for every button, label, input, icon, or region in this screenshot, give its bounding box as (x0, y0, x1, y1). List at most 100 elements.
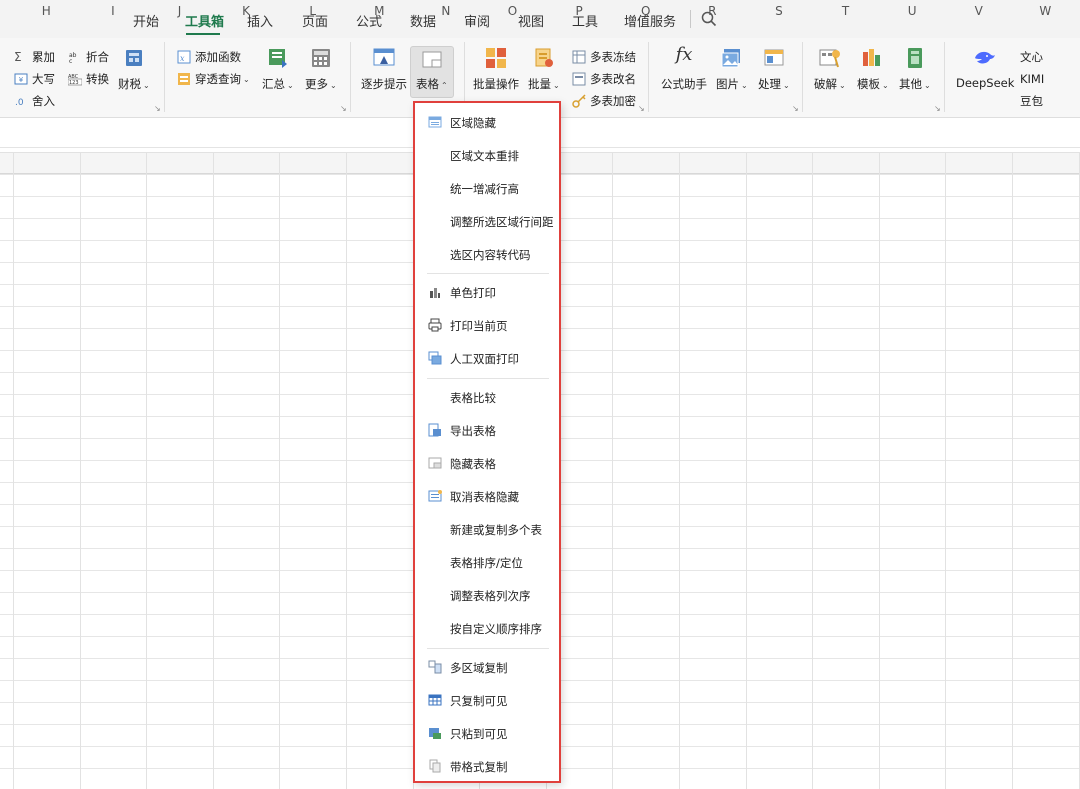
column-header-i[interactable]: I (80, 4, 147, 18)
group-divider (944, 42, 945, 112)
table-button[interactable]: 表格 ⌃ (416, 76, 448, 92)
column-gridline (146, 152, 147, 789)
menu-item-copy-with-format[interactable]: 带格式复制 (415, 753, 559, 779)
chevron-down-icon: ⌄ (924, 81, 931, 90)
menu-item-selection-to-code[interactable]: 选区内容转代码 (415, 241, 559, 267)
menu-item-uniform-row-height[interactable]: 统一增减行高 (415, 175, 559, 201)
picture-button[interactable]: 图片 ⌄ (716, 76, 748, 92)
crack-icon (819, 49, 840, 68)
column-header-t[interactable]: T (812, 4, 879, 18)
multi-region-copy-icon (428, 660, 442, 674)
other-button[interactable]: 其他 ⌄ (899, 76, 931, 92)
menu-item-paste-visible-only[interactable]: 只粘到可见 (415, 720, 559, 746)
column-header-k[interactable]: K (213, 4, 280, 18)
menu-item-copy-visible-only[interactable]: 只复制可见 (415, 687, 559, 713)
column-header-m[interactable]: M (346, 4, 413, 18)
wenxin-button[interactable]: 文心 (1020, 48, 1043, 66)
column-header-q[interactable]: Q (612, 4, 679, 18)
add-function-button[interactable]: x 添加函数 (177, 48, 241, 66)
column-gridline (213, 152, 214, 789)
hide-table-icon (428, 457, 442, 469)
group-launcher-icon[interactable]: ↘ (340, 104, 347, 113)
group-divider (802, 42, 803, 112)
multi-encrypt-button[interactable]: 多表加密 (572, 92, 636, 110)
menu-item-table-sort-locate[interactable]: 表格排序/定位 (415, 549, 559, 575)
deepseek-whale-icon (975, 51, 995, 64)
column-header-l[interactable]: L (279, 4, 346, 18)
menu-item-print-current-page[interactable]: 打印当前页 (415, 312, 559, 338)
svg-text:123: 123 (69, 80, 79, 86)
chevron-down-icon: ⌄ (741, 81, 748, 90)
menu-item-adjust-column-order[interactable]: 调整表格列次序 (415, 582, 559, 608)
group-launcher-icon[interactable]: ↘ (154, 104, 161, 113)
more-icon (312, 49, 330, 67)
column-header-n[interactable]: N (413, 4, 480, 18)
column-gridline (80, 152, 81, 789)
process-icon (764, 49, 784, 66)
uppercase-button[interactable]: ¥ 大写 (14, 70, 55, 88)
formula-helper-button[interactable]: 公式助手 (661, 76, 707, 92)
fold-button[interactable]: ab c 折合 (68, 48, 109, 66)
column-header-r[interactable]: R (679, 4, 746, 18)
menu-item-manual-duplex-print[interactable]: 人工双面打印 (415, 345, 559, 371)
lookup-button[interactable]: 穿透查询 ⌄ (177, 70, 250, 88)
crack-button[interactable]: 破解 ⌄ (814, 76, 846, 92)
group-launcher-icon[interactable]: ↘ (792, 104, 799, 113)
fx-icon: fx (675, 44, 693, 65)
batch-operation-icon (486, 48, 506, 68)
svg-text:x: x (180, 54, 185, 63)
summary-icon (269, 49, 287, 68)
printer-icon (428, 318, 442, 332)
menu-item-multi-region-copy[interactable]: 多区域复制 (415, 654, 559, 680)
multi-rename-button[interactable]: 多表改名 (572, 70, 636, 88)
deepseek-button[interactable]: DeepSeek (956, 76, 1014, 90)
doubao-button[interactable]: 豆包 (1020, 92, 1043, 110)
column-header-o[interactable]: O (479, 4, 546, 18)
menu-item-export-table[interactable]: 导出表格 (415, 417, 559, 443)
column-header-p[interactable]: P (546, 4, 613, 18)
menu-item-hide-table[interactable]: 隐藏表格 (415, 450, 559, 476)
column-gridline (679, 152, 680, 789)
menu-item-create-copy-tables[interactable]: 新建或复制多个表 (415, 516, 559, 542)
key-icon (572, 94, 586, 108)
batch-operation-button[interactable]: 批量操作 (473, 76, 519, 92)
batch-button[interactable]: 批量 ⌄ (528, 76, 560, 92)
menu-item-unhide-table[interactable]: 取消表格隐藏 (415, 483, 559, 509)
region-hide-icon (428, 116, 442, 128)
multi-freeze-button[interactable]: 多表冻结 (572, 48, 636, 66)
group-launcher-icon[interactable]: ↘ (934, 104, 941, 113)
process-button[interactable]: 处理 ⌄ (758, 76, 790, 92)
menu-divider (427, 273, 549, 274)
menu-item-table-compare[interactable]: 表格比较 (415, 384, 559, 410)
tax-button[interactable]: 财税 ⌄ (118, 76, 150, 92)
chevron-down-icon: ⌄ (882, 81, 889, 90)
convert-button[interactable]: ABC 123 转换 (68, 70, 109, 88)
step-hint-button[interactable]: 逐步提示 (361, 76, 407, 92)
kimi-button[interactable]: KIMI (1020, 70, 1044, 88)
chevron-down-icon: ⌄ (143, 81, 150, 90)
column-header-j[interactable]: J (146, 4, 213, 18)
menu-item-custom-order-sort[interactable]: 按自定义顺序排序 (415, 615, 559, 641)
menu-item-mono-print[interactable]: 单色打印 (415, 279, 559, 305)
group-divider (648, 42, 649, 112)
menu-item-region-hide[interactable]: 区域隐藏 (415, 109, 559, 135)
round-button[interactable]: .0 舍入 (14, 92, 55, 110)
summary-button[interactable]: 汇总 ⌄ (262, 76, 294, 92)
column-header-s[interactable]: S (746, 4, 813, 18)
svg-text:.0: .0 (15, 98, 24, 108)
menu-item-region-text-reflow[interactable]: 区域文本重排 (415, 142, 559, 168)
column-header-u[interactable]: U (879, 4, 946, 18)
menu-item-adjust-row-spacing[interactable]: 调整所选区域行间距 (415, 208, 559, 234)
column-header-h[interactable]: H (13, 4, 80, 18)
sum-button[interactable]: Σ 累加 (14, 48, 55, 66)
column-header-v[interactable]: V (945, 4, 1012, 18)
more-button[interactable]: 更多 ⌄ (305, 76, 337, 92)
template-icon (863, 49, 880, 66)
group-launcher-icon[interactable]: ↘ (638, 104, 645, 113)
column-header-w[interactable]: W (1012, 4, 1079, 18)
rename-icon (572, 72, 586, 86)
template-button[interactable]: 模板 ⌄ (857, 76, 889, 92)
tax-icon (126, 50, 142, 66)
round-icon: .0 (15, 98, 24, 108)
uppercase-icon: ¥ (14, 73, 28, 85)
